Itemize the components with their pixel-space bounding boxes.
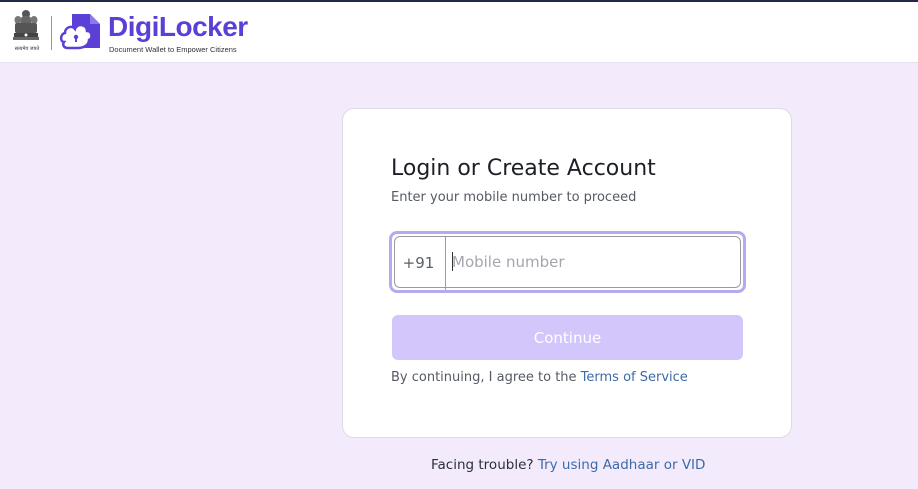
trouble-prefix: Facing trouble? — [431, 457, 538, 473]
site-header: सत्यमेव जयते DigiLocker Document Wallet … — [0, 2, 918, 63]
header-divider — [51, 16, 52, 50]
page-subtitle: Enter your mobile number to proceed — [391, 190, 637, 205]
terms-of-service-link[interactable]: Terms of Service — [581, 370, 688, 385]
terms-prefix: By continuing, I agree to the — [391, 370, 581, 385]
aadhaar-vid-link[interactable]: Try using Aadhaar or VID — [538, 457, 706, 473]
brand-tagline: Document Wallet to Empower Citizens — [109, 45, 237, 54]
brand-name[interactable]: DigiLocker — [108, 10, 248, 44]
country-code: +91 — [392, 236, 446, 290]
digilocker-logo-icon[interactable] — [58, 10, 104, 54]
trouble-text: Facing trouble? Try using Aadhaar or VID — [431, 457, 705, 473]
terms-text: By continuing, I agree to the Terms of S… — [391, 370, 688, 385]
emblem-caption: सत्यमेव जयते — [14, 46, 40, 52]
continue-button[interactable]: Continue — [392, 315, 743, 360]
page-title: Login or Create Account — [391, 156, 656, 181]
text-caret — [452, 252, 453, 271]
mobile-input[interactable] — [452, 248, 732, 276]
